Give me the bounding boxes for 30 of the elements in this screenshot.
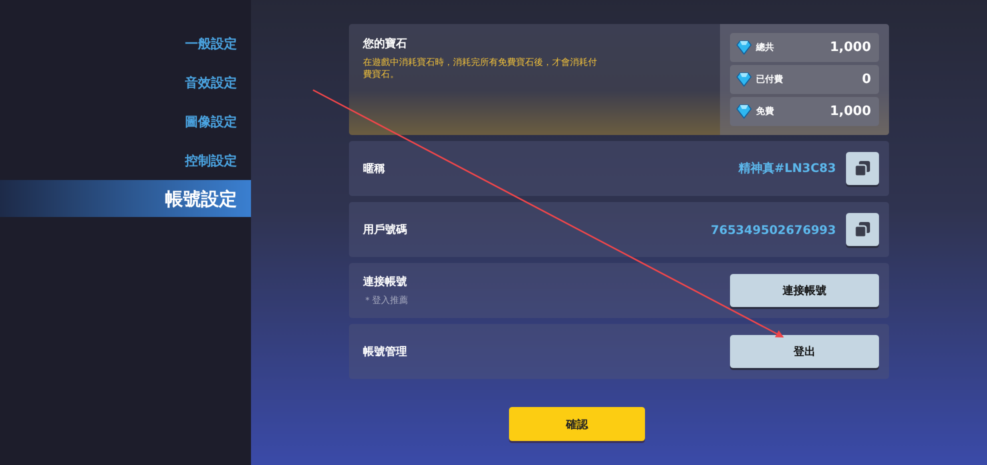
copy-button[interactable] — [846, 213, 879, 246]
gem-value: 0 — [862, 72, 871, 87]
row-value: 精神真#LN3C83 — [738, 160, 836, 177]
row-label: 帳號管理 — [363, 344, 408, 359]
action-button[interactable]: 登出 — [730, 335, 879, 368]
copy-button[interactable] — [846, 152, 879, 185]
gem-title: 您的寶石 — [363, 36, 408, 51]
sidebar-item[interactable]: 控制設定 — [0, 141, 251, 180]
gem-label: 免費 — [756, 105, 775, 118]
gem-value: 1,000 — [830, 40, 871, 55]
copy-icon — [854, 160, 871, 177]
diamond-icon — [736, 104, 752, 119]
row-value: 765349502676993 — [710, 222, 836, 236]
gem-label: 已付費 — [756, 73, 784, 86]
row-label: 用戶號碼 — [363, 222, 408, 237]
row-hint: ＊登入推薦 — [363, 294, 409, 307]
confirm-button[interactable]: 確認 — [509, 407, 645, 441]
sidebar-item[interactable]: 圖像設定 — [0, 102, 251, 141]
gem-label: 總共 — [756, 41, 775, 54]
copy-icon — [854, 221, 871, 238]
gem-value: 1,000 — [830, 104, 871, 119]
row-label: 暱稱 — [363, 161, 386, 176]
diamond-icon — [736, 72, 752, 87]
row-label: 連接帳號 — [363, 274, 408, 289]
sidebar-item[interactable]: 帳號設定 — [0, 180, 251, 217]
sidebar-item[interactable]: 音效設定 — [0, 63, 251, 102]
action-button[interactable]: 連接帳號 — [730, 274, 879, 307]
diamond-icon — [736, 40, 752, 55]
sidebar-item[interactable]: 一般設定 — [0, 24, 251, 63]
gem-note: 在遊戲中消耗寶石時，消耗完所有免費寶石後，才會消耗付費寶石。 — [363, 57, 598, 81]
